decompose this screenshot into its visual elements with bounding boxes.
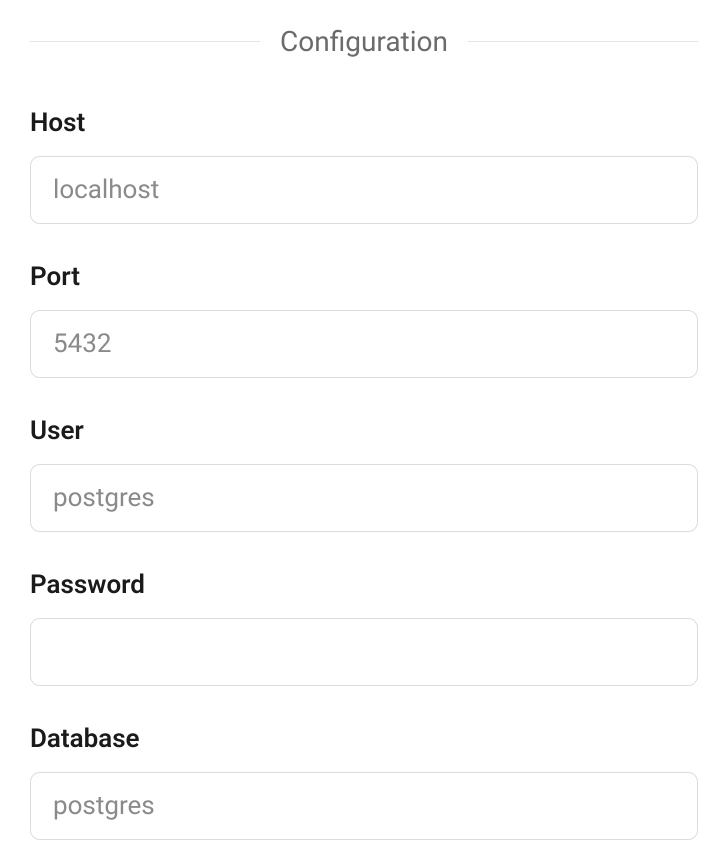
- user-input[interactable]: [30, 464, 698, 532]
- database-label: Database: [30, 724, 698, 754]
- section-header: Configuration: [30, 25, 698, 58]
- divider-left: [30, 41, 260, 42]
- port-label: Port: [30, 262, 698, 292]
- password-group: Password: [30, 570, 698, 686]
- database-group: Database: [30, 724, 698, 840]
- host-label: Host: [30, 108, 698, 138]
- database-input[interactable]: [30, 772, 698, 840]
- port-input[interactable]: [30, 310, 698, 378]
- port-group: Port: [30, 262, 698, 378]
- password-label: Password: [30, 570, 698, 600]
- divider-right: [468, 41, 698, 42]
- user-label: User: [30, 416, 698, 446]
- host-input[interactable]: [30, 156, 698, 224]
- section-title: Configuration: [260, 25, 468, 58]
- host-group: Host: [30, 108, 698, 224]
- user-group: User: [30, 416, 698, 532]
- password-input[interactable]: [30, 618, 698, 686]
